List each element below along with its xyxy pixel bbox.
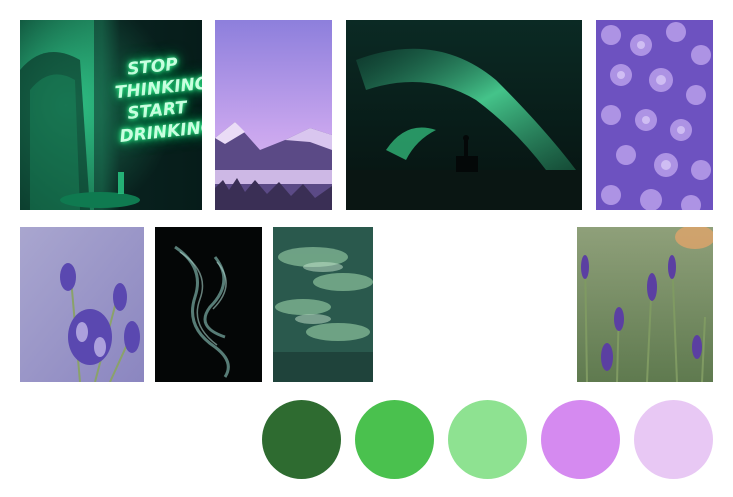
swatch-dark-green [262,400,341,479]
swatch-light-green [448,400,527,479]
purple-mountains-photo [215,20,332,210]
neon-sign-photo: STOP THINKING START DRINKING [20,20,202,210]
green-clouds-photo [273,227,373,382]
swatch-violet [541,400,620,479]
swatch-lilac [634,400,713,479]
aurora-photo [346,20,582,210]
lavender-field-photo [577,227,713,382]
neon-sign-text: STOP THINKING START DRINKING [112,52,202,148]
smoke-photo [155,227,262,382]
lavender-photo [20,227,144,382]
hydrangea-photo [596,20,713,210]
swatch-green [355,400,434,479]
